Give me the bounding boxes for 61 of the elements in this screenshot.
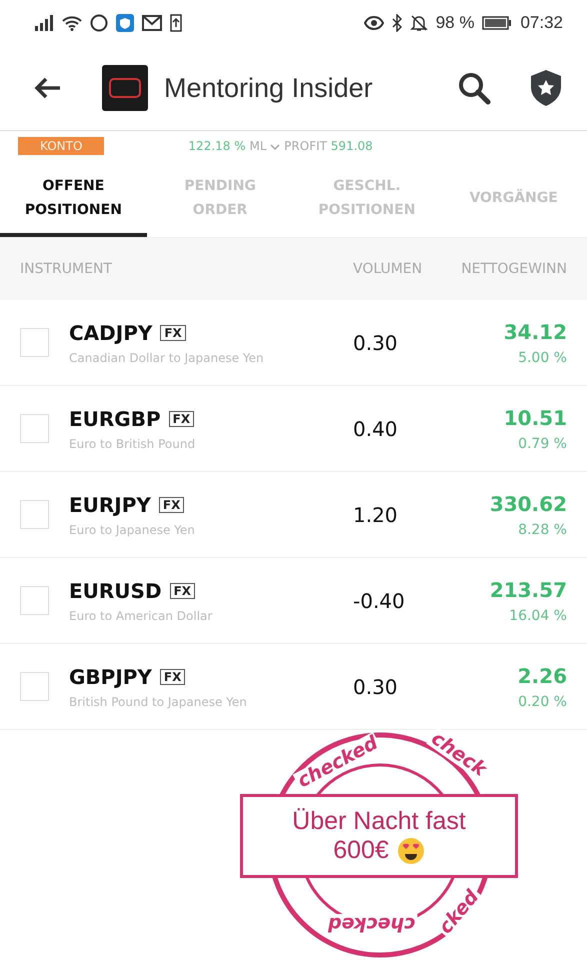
row-checkbox[interactable] xyxy=(20,500,49,529)
instrument-name: Canadian Dollar to Japanese Yen xyxy=(69,350,265,364)
channel-logo-icon xyxy=(102,65,148,111)
net-profit: 10.51 xyxy=(504,406,567,430)
net-profit: 2.26 xyxy=(518,664,567,688)
net-profit: 330.62 xyxy=(490,492,567,516)
instrument-tag: FX xyxy=(168,410,194,426)
signal-icon xyxy=(34,15,54,31)
instrument-name: British Pound to Japanese Yen xyxy=(69,694,248,708)
instrument-symbol: GBPJPY xyxy=(69,664,152,688)
stamp-caption: Über Nacht fast xyxy=(292,807,466,836)
instrument-tag: FX xyxy=(160,668,186,684)
shield-icon xyxy=(116,14,134,32)
column-header: NETTOGEWINN xyxy=(460,261,567,277)
stamp-caption: 600€ xyxy=(333,836,389,865)
instrument-tag: FX xyxy=(170,582,196,598)
volume-value: -0.40 xyxy=(353,588,406,612)
volume-value: 0.30 xyxy=(353,330,399,354)
profit-percent: 8.28 % xyxy=(518,522,567,538)
row-checkbox[interactable] xyxy=(20,586,49,615)
tab[interactable]: GESCHL. POSITIONEN xyxy=(294,163,440,237)
row-checkbox[interactable] xyxy=(20,328,49,357)
tab[interactable]: PENDING ORDER xyxy=(146,163,294,237)
channel-title: Mentoring Insider xyxy=(164,72,374,104)
tab[interactable]: VORGÄNGE xyxy=(440,163,587,237)
chevron-down-icon[interactable] xyxy=(270,144,280,150)
battery-percent: 98 % xyxy=(436,13,474,33)
net-profit: 213.57 xyxy=(490,578,567,602)
profit-percent: 0.20 % xyxy=(518,694,567,710)
row-checkbox[interactable] xyxy=(20,414,49,443)
account-badge[interactable]: KONTO xyxy=(18,137,104,155)
stamp-text: checked xyxy=(326,914,418,934)
instrument-symbol: CADJPY xyxy=(69,320,152,344)
instrument-tag: FX xyxy=(158,496,184,512)
instrument-symbol: EURJPY xyxy=(69,492,151,516)
instrument-name: Euro to Japanese Yen xyxy=(69,522,196,536)
mail-icon xyxy=(142,15,162,31)
instrument-symbol: EURGBP xyxy=(69,406,161,430)
profit-percent: 0.79 % xyxy=(518,436,567,452)
heart-eyes-emoji-icon xyxy=(396,836,425,864)
eye-icon xyxy=(364,16,384,30)
upload-icon xyxy=(170,14,182,32)
profit-percent: 5.00 % xyxy=(518,350,567,366)
volume-value: 1.20 xyxy=(353,502,399,526)
bell-off-icon xyxy=(410,14,428,32)
battery-icon xyxy=(482,16,512,30)
profit-percent: 16.04 % xyxy=(509,608,567,624)
account-summary[interactable]: 122.18 % ML PROFIT 591.08 xyxy=(188,139,373,153)
volume-value: 0.40 xyxy=(353,416,399,440)
net-profit: 34.12 xyxy=(504,320,567,344)
bluetooth-icon xyxy=(392,14,402,32)
volume-value: 0.30 xyxy=(353,674,399,698)
column-header: INSTRUMENT xyxy=(20,261,113,277)
column-header: VOLUMEN xyxy=(353,261,424,277)
clock-time: 07:32 xyxy=(520,13,563,33)
instrument-name: Euro to American Dollar xyxy=(69,608,214,622)
instrument-name: Euro to British Pound xyxy=(69,436,196,450)
instrument-symbol: EURUSD xyxy=(69,578,162,602)
row-checkbox[interactable] xyxy=(20,672,49,701)
instrument-tag: FX xyxy=(160,324,186,340)
wifi-icon xyxy=(62,15,82,31)
